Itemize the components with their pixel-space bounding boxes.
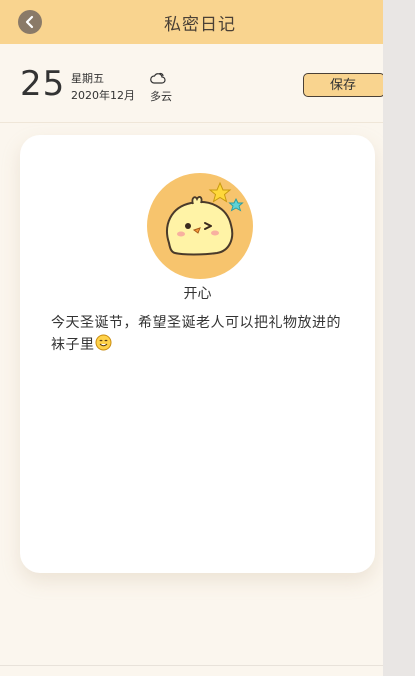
mood-avatar[interactable] — [147, 173, 253, 279]
divider — [0, 122, 383, 123]
weekday-label: 星期五 — [71, 72, 104, 85]
day-number: 25 — [20, 64, 66, 104]
year-month-label: 2020年12月 — [71, 89, 135, 102]
smiling-face-icon — [95, 334, 112, 358]
page-title: 私密日记 — [164, 15, 236, 35]
top-bar: 私密日记 — [0, 0, 383, 44]
mood-label: 开心 — [183, 286, 212, 302]
save-button[interactable]: 保存 — [303, 73, 383, 97]
diary-entry-card: 开心 今天圣诞节，希望圣诞老人可以把礼物放进的袜子里 — [20, 135, 375, 573]
bottom-divider — [0, 665, 383, 666]
happy-chick-icon — [166, 181, 244, 256]
weather-label: 多云 — [150, 90, 172, 103]
diary-screen: 私密日记 25 星期五 2020年12月 多云 保存 开心 今天圣诞节，希望圣诞… — [0, 0, 383, 676]
date-weather-row: 25 星期五 2020年12月 多云 保存 — [0, 44, 383, 124]
diary-content[interactable]: 今天圣诞节，希望圣诞老人可以把礼物放进的袜子里 — [51, 312, 351, 358]
cloudy-icon[interactable] — [150, 71, 166, 85]
